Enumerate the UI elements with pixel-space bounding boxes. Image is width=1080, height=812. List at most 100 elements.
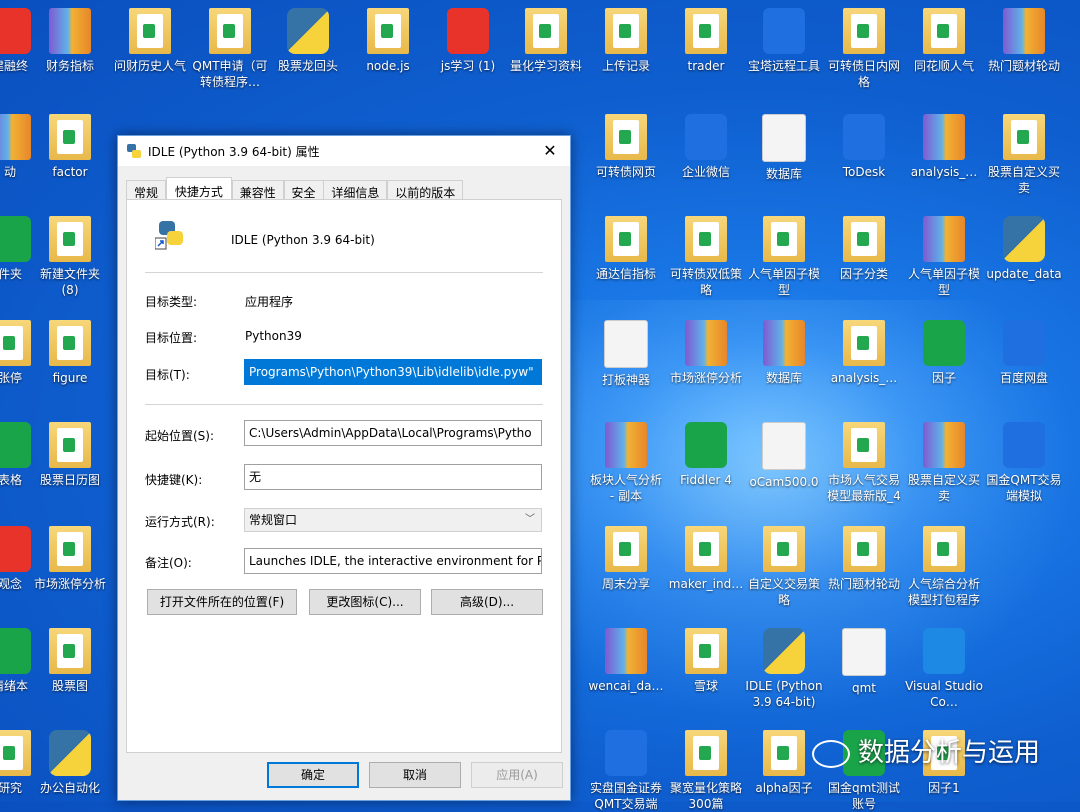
close-icon[interactable]: ✕ (530, 136, 570, 166)
dialog-title: IDLE (Python 3.9 64-bit) 属性 (148, 145, 320, 159)
desktop-icon[interactable]: 财务指标 (30, 8, 110, 74)
desktop-icon[interactable]: 国金QMT交易端模拟 (984, 422, 1064, 504)
desktop-icon[interactable]: 量化学习资料 (506, 8, 586, 74)
desktop-icon[interactable]: figure (30, 320, 110, 386)
desktop-icon[interactable]: 可转债日内网格 (824, 8, 904, 90)
zip-icon (1003, 8, 1045, 54)
zip-icon (605, 628, 647, 674)
ok-button[interactable]: 确定 (267, 762, 359, 788)
desktop-icon[interactable]: 因子 (904, 320, 984, 386)
desktop-icon-label: 百度网盘 (999, 371, 1048, 385)
hotkey-input[interactable]: 无 (244, 464, 542, 490)
vs-icon (923, 628, 965, 674)
desktop-icon[interactable]: 市场涨停分析 (30, 526, 110, 592)
zip-icon (685, 320, 727, 366)
desktop-icon-label: 问财历史人气 (113, 59, 186, 73)
comment-label: 备注(O): (145, 556, 192, 570)
desktop-icon[interactable]: 百度网盘 (984, 320, 1064, 386)
desktop-icon[interactable]: analysis_… (824, 320, 904, 386)
desktop-icon[interactable]: 股票日历图 (30, 422, 110, 488)
folder-icon (843, 422, 885, 468)
dialog-titlebar[interactable]: IDLE (Python 3.9 64-bit) 属性 ✕ (118, 136, 570, 166)
desktop-icon[interactable]: 人气单因子模型 (744, 216, 824, 298)
folder-icon (843, 320, 885, 366)
desktop-icon[interactable]: qmt (824, 628, 904, 696)
green-icon (0, 422, 31, 468)
apply-button[interactable]: 应用(A) (471, 762, 563, 788)
desktop-icon[interactable]: 因子分类 (824, 216, 904, 282)
folder-icon (129, 8, 171, 54)
desktop-icon-label: 同花顺人气 (913, 59, 974, 73)
folder-icon (49, 628, 91, 674)
py-icon (1003, 216, 1045, 262)
comment-input[interactable]: Launches IDLE, the interactive environme… (244, 548, 542, 574)
desktop-icon[interactable]: 股票图 (30, 628, 110, 694)
desktop-icon[interactable]: ToDesk (824, 114, 904, 180)
desktop-icon-label: 聚宽量化策略300篇 (669, 781, 742, 811)
desktop-icon[interactable]: node.js (348, 8, 428, 74)
start-in-input[interactable]: C:\Users\Admin\AppData\Local\Programs\Py… (244, 420, 542, 446)
desktop-icon-label: 数据库 (765, 167, 802, 181)
desktop-icon[interactable]: js学习 (1) (428, 8, 508, 74)
open-file-location-button[interactable]: 打开文件所在的位置(F) (147, 589, 297, 615)
desktop-icon[interactable]: QMT申请（可转债程序… (190, 8, 270, 90)
cancel-button[interactable]: 取消 (369, 762, 461, 788)
desktop-icon[interactable]: 人气单因子模型 (904, 216, 984, 298)
desktop-icon[interactable]: 可转债网页 (586, 114, 666, 180)
desktop-icon[interactable]: 问财历史人气 (110, 8, 190, 74)
desktop-icon[interactable]: 可转债双低策略 (666, 216, 746, 298)
desktop-icon[interactable]: 自定义交易策略 (744, 526, 824, 608)
desktop-icon[interactable]: Visual Studio Co… (904, 628, 984, 710)
desktop-icon[interactable]: 板块人气分析 - 副本 (586, 422, 666, 504)
desktop-icon[interactable]: 热门题材轮动 (824, 526, 904, 592)
desktop-icon[interactable]: 周末分享 (586, 526, 666, 592)
desktop-icon[interactable]: IDLE (Python 3.9 64-bit) (744, 628, 824, 710)
desktop-icon-label: oCam500.0 (749, 475, 819, 489)
desktop-icon[interactable]: trader (666, 8, 746, 74)
desktop-icon[interactable]: 雪球 (666, 628, 746, 694)
desktop-icon[interactable]: 通达信指标 (586, 216, 666, 282)
watermark: 数据分析与运用 (812, 732, 1040, 769)
advanced-button[interactable]: 高级(D)... (431, 589, 543, 615)
desktop-icon[interactable]: 宝塔远程工具 (744, 8, 824, 74)
desktop-icon[interactable]: 股票自定义买卖 (984, 114, 1064, 196)
target-input[interactable]: Programs\Python\Python39\Lib\idlelib\idl… (244, 359, 542, 385)
desktop-icon[interactable]: analysis_… (904, 114, 984, 180)
desktop-icon[interactable]: 市场涨停分析 (666, 320, 746, 386)
desktop-icon[interactable]: 上传记录 (586, 8, 666, 74)
desktop-icon-label: node.js (366, 59, 410, 73)
green-icon (685, 422, 727, 468)
change-icon-button[interactable]: 更改图标(C)... (309, 589, 421, 615)
desktop-icon-label: 可转债双低策略 (669, 267, 742, 297)
chevron-down-icon: ﹀ (525, 514, 535, 525)
desktop-icon[interactable]: 同花顺人气 (904, 8, 984, 74)
desktop-icon-label: 办公自动化 (39, 781, 100, 795)
desktop-icon[interactable]: wencai_da… (586, 628, 666, 694)
folder-icon (605, 216, 647, 262)
desktop-icon[interactable]: 聚宽量化策略300篇 (666, 730, 746, 812)
desktop-icon[interactable]: 办公自动化 (30, 730, 110, 796)
desktop-icon[interactable]: Fiddler 4 (666, 422, 746, 488)
desktop-icon[interactable]: 人气综合分析模型打包程序 (904, 526, 984, 608)
desktop-icon[interactable]: factor (30, 114, 110, 180)
desktop-icon[interactable]: 实盘国金证券QMT交易端 (586, 730, 666, 812)
desktop-icon[interactable]: 股票自定义买卖 (904, 422, 984, 504)
red-icon (447, 8, 489, 54)
run-select[interactable]: 常规窗口 ﹀ (244, 508, 542, 532)
run-label: 运行方式(R): (145, 515, 215, 529)
desktop-icon-label: js学习 (1) (440, 59, 496, 73)
desktop-icon[interactable]: oCam500.0 (744, 422, 824, 490)
desktop-icon[interactable]: 股票龙回头 (268, 8, 348, 74)
desktop-icon[interactable]: update_data (984, 216, 1064, 282)
desktop-icon[interactable]: 打板神器 (586, 320, 666, 388)
desktop-icon[interactable]: 热门题材轮动 (984, 8, 1064, 74)
desktop-icon[interactable]: 数据库 (744, 114, 824, 182)
desktop-icon-label: 因子分类 (839, 267, 888, 281)
folder-icon (685, 216, 727, 262)
desktop-icon[interactable]: 新建文件夹 (8) (30, 216, 110, 298)
folder-icon (763, 730, 805, 776)
desktop-icon[interactable]: 市场人气交易模型最新版_4 (824, 422, 904, 504)
desktop-icon[interactable]: 企业微信 (666, 114, 746, 180)
desktop-icon[interactable]: maker_ind… (666, 526, 746, 592)
desktop-icon[interactable]: 数据库 (744, 320, 824, 386)
